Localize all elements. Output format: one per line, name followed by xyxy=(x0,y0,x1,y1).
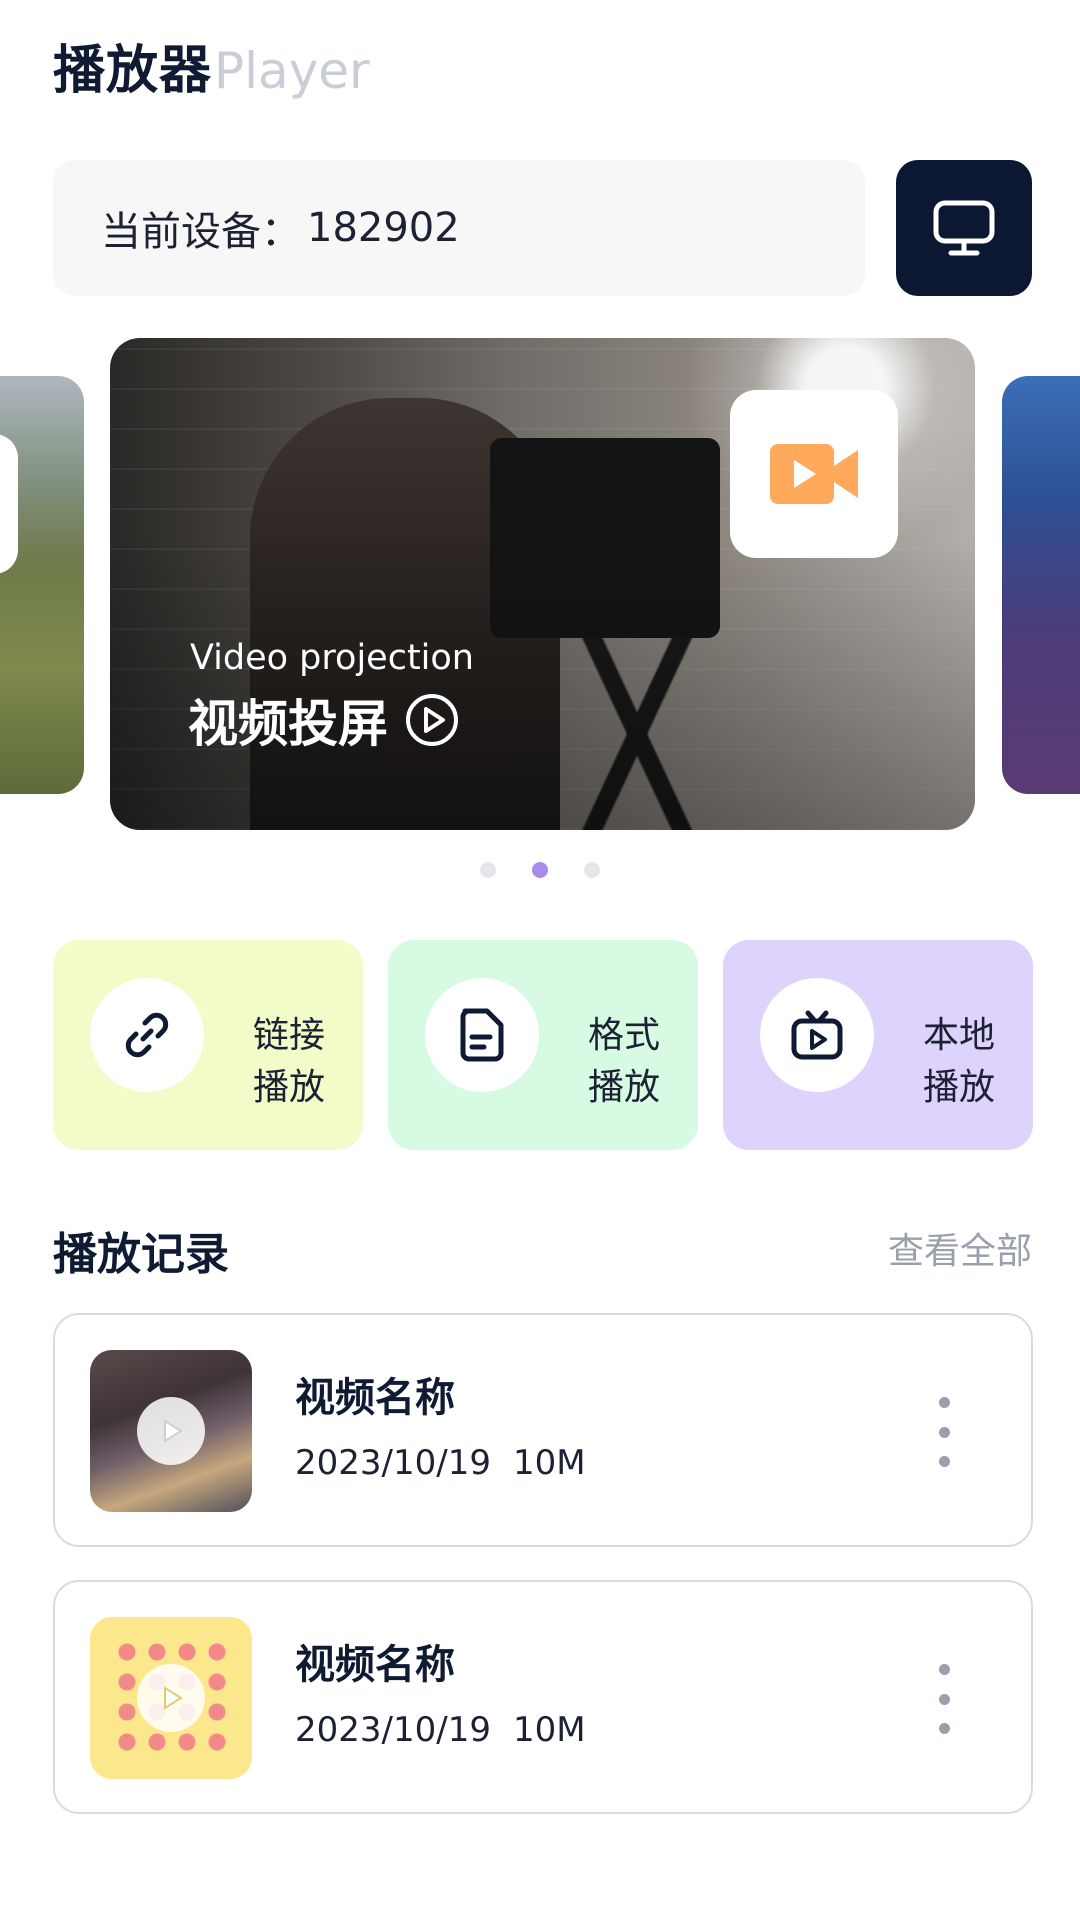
carousel-dot[interactable] xyxy=(480,862,496,878)
monitor-icon xyxy=(933,200,995,256)
current-device-field[interactable]: 当前设备： 182902 xyxy=(53,160,865,296)
feature-carousel[interactable]: Video projection 视频投屏 xyxy=(0,338,1080,830)
page-header: 播放器 Player xyxy=(53,28,370,101)
page-title-en: Player xyxy=(214,42,370,100)
video-meta: 2023/10/19 10M xyxy=(295,1710,586,1750)
video-name: 视频名称 xyxy=(295,1642,455,1688)
play-icon[interactable] xyxy=(137,1664,205,1732)
action-label: 格式 播放 xyxy=(588,1015,661,1108)
card-subtitle: Video projection xyxy=(190,638,474,678)
video-size: 10M xyxy=(512,1443,586,1483)
history-title: 播放记录 xyxy=(53,1229,229,1280)
page-title: 播放器 xyxy=(53,41,213,101)
device-label: 当前设备： xyxy=(101,209,301,255)
video-meta: 2023/10/19 10M xyxy=(295,1443,586,1483)
more-options-icon[interactable] xyxy=(937,1664,951,1734)
action-label: 本地 播放 xyxy=(923,1015,996,1108)
screen-cast-button[interactable] xyxy=(896,160,1032,296)
action-label: 链接 播放 xyxy=(253,1015,326,1108)
video-thumbnail xyxy=(90,1617,252,1779)
video-size: 10M xyxy=(512,1710,586,1750)
video-badge xyxy=(730,390,898,558)
carousel-dot[interactable] xyxy=(584,862,600,878)
link-icon-circle xyxy=(90,978,204,1092)
video-camera-icon xyxy=(770,444,858,504)
document-icon-circle xyxy=(425,978,539,1092)
carousel-indicator xyxy=(0,862,1080,878)
play-icon[interactable] xyxy=(137,1397,205,1465)
carousel-dot-active[interactable] xyxy=(532,862,548,878)
play-actions: 链接 播放 格式 播放 本地 播放 xyxy=(53,940,1033,1150)
view-all-link[interactable]: 查看全部 xyxy=(888,1222,1032,1274)
more-options-icon[interactable] xyxy=(937,1397,951,1467)
video-thumbnail xyxy=(90,1350,252,1512)
history-item[interactable]: 视频名称 2023/10/19 10M xyxy=(53,1580,1033,1814)
link-icon xyxy=(125,1012,169,1058)
local-play-button[interactable]: 本地 播放 xyxy=(723,940,1033,1150)
card-title: 视频投屏 xyxy=(188,695,388,753)
video-date: 2023/10/19 xyxy=(295,1710,491,1750)
history-item[interactable]: 视频名称 2023/10/19 10M xyxy=(53,1313,1033,1547)
play-circle-icon[interactable] xyxy=(404,692,460,748)
carousel-card-previous[interactable] xyxy=(0,376,84,794)
tv-icon-circle xyxy=(760,978,874,1092)
card-badge xyxy=(0,434,18,574)
device-id: 182902 xyxy=(307,205,460,251)
carousel-card-next[interactable] xyxy=(1002,376,1080,794)
photo-shade xyxy=(110,534,975,830)
tv-play-icon xyxy=(791,1010,843,1060)
video-date: 2023/10/19 xyxy=(295,1443,491,1483)
link-play-button[interactable]: 链接 播放 xyxy=(53,940,363,1150)
card-title-row: 视频投屏 xyxy=(188,684,460,756)
document-icon xyxy=(460,1008,504,1062)
video-name: 视频名称 xyxy=(295,1375,455,1421)
format-play-button[interactable]: 格式 播放 xyxy=(388,940,698,1150)
carousel-card-video-projection[interactable]: Video projection 视频投屏 xyxy=(110,338,975,830)
